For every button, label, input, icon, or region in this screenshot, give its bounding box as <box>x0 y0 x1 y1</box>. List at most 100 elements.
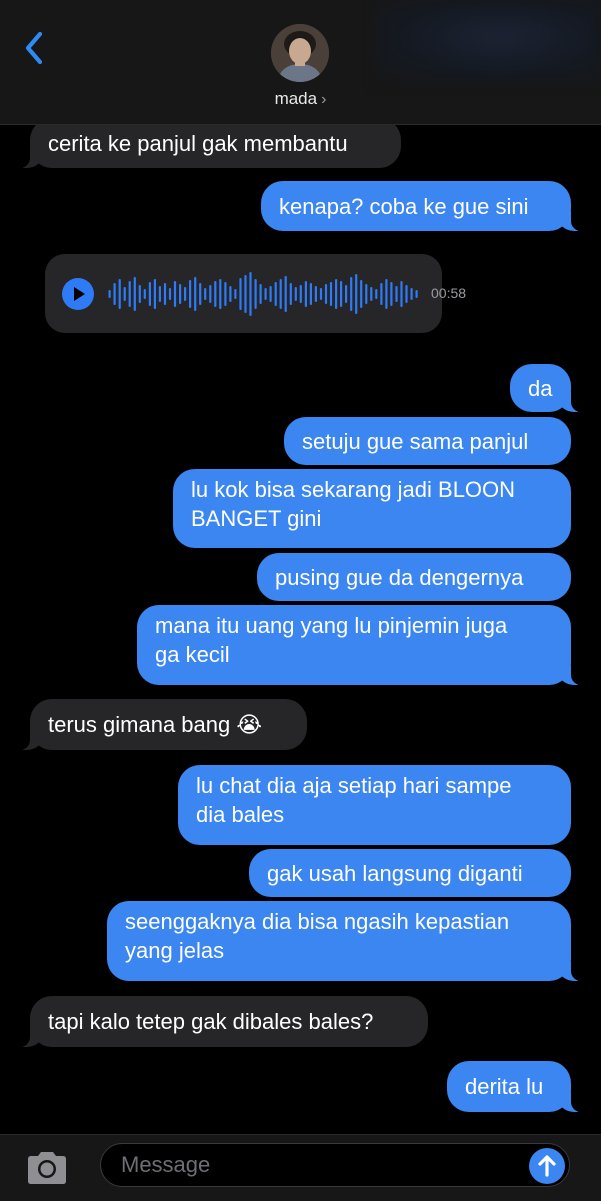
waveform-bar <box>224 282 227 306</box>
message-outgoing[interactable]: lu kok bisa sekarang jadi BLOON BANGET g… <box>173 469 571 548</box>
voice-message[interactable]: 00:58 <box>45 254 466 333</box>
camera-icon <box>28 1152 66 1184</box>
waveform-bar <box>289 283 292 305</box>
waveform-bar <box>148 282 151 306</box>
waveform-bar <box>335 279 338 309</box>
message-text: derita lu <box>465 1074 544 1099</box>
waveform-bar <box>108 290 111 298</box>
message-text: kenapa? coba ke gue sini <box>279 193 529 219</box>
waveform-bar <box>168 288 172 300</box>
avatar-photo <box>271 24 329 82</box>
waveform-bar <box>133 277 136 311</box>
waveform-bar <box>350 277 353 311</box>
back-button[interactable] <box>18 28 52 68</box>
message-text-line: lu kok bisa sekarang jadi BLOON <box>191 477 516 502</box>
conversation-header: mada › <box>0 0 601 125</box>
message-text-line: mana itu uang yang lu pinjemin juga <box>155 613 508 638</box>
message-incoming[interactable]: cerita ke panjul gak membantu <box>20 118 401 168</box>
message-text-line: lu chat dia aja setiap hari sampe <box>196 773 512 798</box>
message-text: pusing gue da dengernya <box>275 564 524 590</box>
waveform-bar <box>294 287 297 301</box>
send-button[interactable] <box>529 1148 565 1184</box>
waveform-bar <box>194 277 197 311</box>
waveform-bar <box>329 282 333 306</box>
message-text-line: dia bales <box>196 802 285 827</box>
waveform-bar <box>370 287 373 301</box>
message-text: cerita ke panjul gak membantu <box>48 130 348 156</box>
waveform-bar <box>415 290 418 298</box>
message-outgoing[interactable]: derita lu <box>447 1061 581 1112</box>
arrow-up-icon <box>538 1155 556 1177</box>
message-text: terus gimana bang 😭 <box>48 712 263 737</box>
waveform-bar <box>360 280 363 308</box>
chevron-left-icon <box>25 31 43 65</box>
message-outgoing[interactable]: seenggaknya dia bisa ngasih kepastian ya… <box>107 901 581 981</box>
message-text-line: ga kecil <box>155 642 230 667</box>
waveform-bar <box>128 281 131 307</box>
waveform-bar <box>249 272 252 316</box>
message-outgoing[interactable]: setuju gue sama panjul <box>284 417 571 465</box>
waveform <box>108 272 418 316</box>
waveform-bar <box>189 280 192 308</box>
contact-name[interactable]: mada › <box>0 89 601 109</box>
waveform-bar <box>184 287 187 301</box>
waveform-bar <box>299 285 302 303</box>
waveform-bar <box>209 285 212 303</box>
message-outgoing[interactable]: pusing gue da dengernya <box>257 553 571 601</box>
waveform-bar <box>304 281 307 307</box>
avatar[interactable] <box>271 24 329 82</box>
waveform-bar <box>345 285 348 303</box>
message-outgoing[interactable]: gak usah langsung diganti <box>249 849 571 897</box>
waveform-bar <box>284 276 287 312</box>
waveform-bar <box>264 288 267 300</box>
message-text-line: seenggaknya dia bisa ngasih kepastian <box>125 909 510 934</box>
waveform-bar <box>254 279 257 309</box>
waveform-bar <box>219 279 222 309</box>
message-text: da <box>528 375 553 401</box>
message-outgoing[interactable]: kenapa? coba ke gue sini <box>261 181 581 231</box>
message-incoming[interactable]: terus gimana bang 😭 <box>20 699 307 750</box>
waveform-bar <box>279 279 282 309</box>
waveform-bar <box>269 286 272 302</box>
message-text: tapi kalo tetep gak dibales bales? <box>48 1009 374 1034</box>
message-outgoing[interactable]: da <box>510 364 581 412</box>
waveform-bar <box>405 285 408 303</box>
message-text: setuju gue sama panjul <box>302 428 529 454</box>
waveform-bar <box>365 284 368 304</box>
composer-bar <box>0 1134 601 1201</box>
message-input[interactable] <box>100 1143 570 1187</box>
waveform-bar <box>274 282 277 306</box>
waveform-bar <box>375 289 378 299</box>
waveform-bar <box>173 281 177 307</box>
camera-button[interactable] <box>24 1150 70 1186</box>
waveform-bar <box>314 286 317 302</box>
waveform-bar <box>400 281 403 307</box>
waveform-bar <box>158 286 161 302</box>
waveform-bar <box>390 282 393 306</box>
play-button[interactable] <box>62 278 94 310</box>
contact-name-label: mada <box>274 89 318 108</box>
waveform-bar <box>319 288 323 300</box>
waveform-bar <box>163 283 167 305</box>
message-text-line: BANGET gini <box>191 506 322 531</box>
waveform-bar <box>239 278 242 310</box>
waveform-bar <box>123 287 126 301</box>
waveform-bar <box>355 274 358 314</box>
message-text: gak usah langsung diganti <box>267 860 523 886</box>
waveform-bar <box>410 288 413 300</box>
message-incoming[interactable]: tapi kalo tetep gak dibales bales? <box>20 996 428 1047</box>
waveform-bar <box>324 284 328 304</box>
waveform-bar <box>229 286 232 302</box>
waveform-bar <box>340 281 343 307</box>
waveform-bar <box>385 279 388 309</box>
message-outgoing[interactable]: lu chat dia aja setiap hari sampe dia ba… <box>178 765 571 845</box>
waveform-bar <box>234 289 237 299</box>
waveform-bar <box>259 284 262 304</box>
message-text-line: yang jelas <box>125 938 225 963</box>
blurred-region <box>376 0 601 82</box>
waveform-bar <box>113 283 116 305</box>
message-outgoing[interactable]: mana itu uang yang lu pinjemin juga ga k… <box>137 605 581 685</box>
waveform-bar <box>204 288 207 300</box>
waveform-bar <box>214 281 217 307</box>
waveform-bar <box>138 285 141 303</box>
